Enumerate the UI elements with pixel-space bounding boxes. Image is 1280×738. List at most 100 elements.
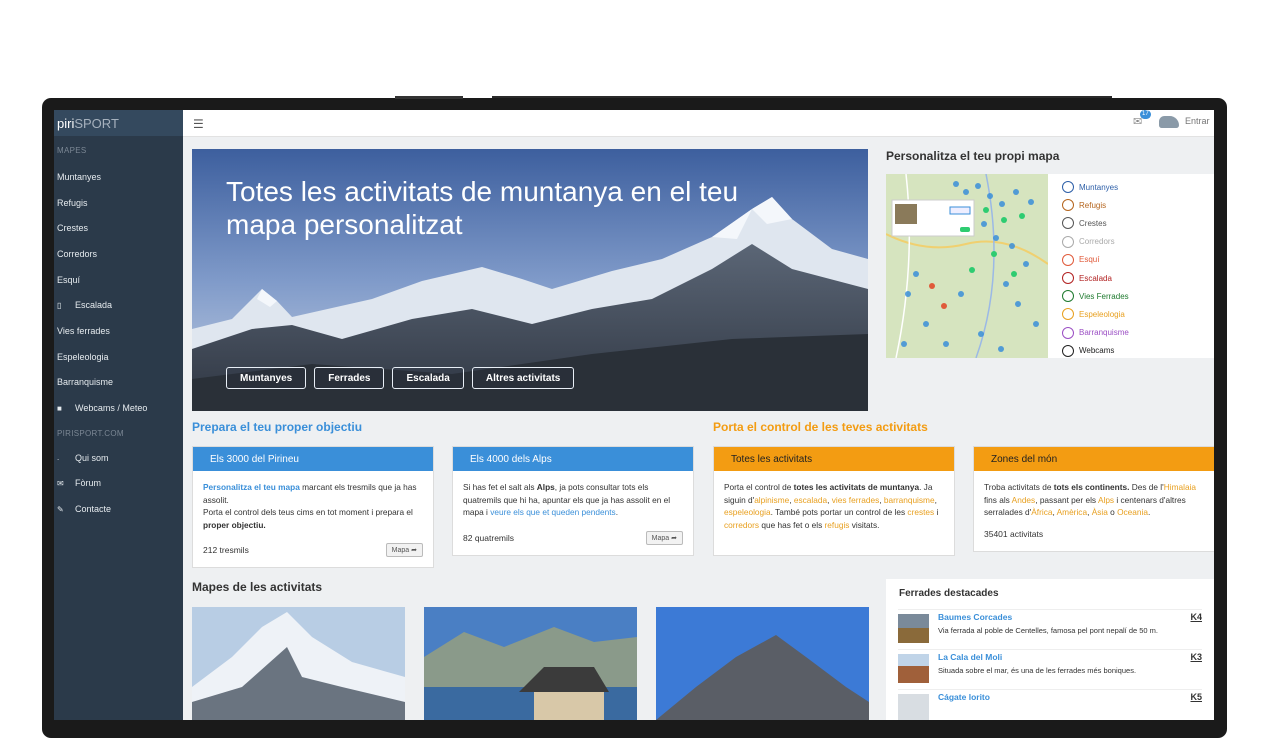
brand-part1: piri: [57, 115, 75, 131]
card-header[interactable]: Zones del món: [974, 447, 1214, 471]
login-link[interactable]: Entrar: [1185, 116, 1210, 126]
legend-item-corredors[interactable]: Corredors: [1062, 233, 1214, 251]
sidebar-item-label: Crestes: [57, 223, 89, 234]
section-title-control: Porta el control de les teves activitats: [713, 420, 928, 434]
sidebar-item-webcams[interactable]: ■ Webcams / Meteo: [54, 395, 183, 421]
list-item[interactable]: La Cala del Moli Situada sobre el mar, é…: [898, 649, 1202, 689]
card-text-bold: proper objectiu.: [203, 519, 266, 530]
card-text: o: [1107, 507, 1118, 517]
sidebar-item-esqui[interactable]: Esquí: [54, 267, 183, 293]
card-3000-pirineu: Els 3000 del Pirineu Personalitza el teu…: [192, 446, 434, 568]
sidebar-item-vies-ferrades[interactable]: Vies ferrades: [54, 318, 183, 344]
sidebar: piri SPORT MAPES Muntanyes Refugis Creste…: [54, 110, 183, 720]
hamburger-menu-icon[interactable]: ☰: [193, 117, 204, 131]
info-icon: .: [57, 453, 60, 463]
link-refugis[interactable]: refugis: [825, 520, 850, 530]
card-text: i: [934, 507, 939, 517]
link-africa[interactable]: Àfrica: [1031, 507, 1052, 517]
legend-item-webcams[interactable]: Webcams: [1062, 342, 1214, 360]
ridge-pin-icon: [1062, 217, 1074, 230]
card-header[interactable]: Totes les activitats: [714, 447, 954, 471]
card-text: .: [1147, 507, 1151, 517]
card-header[interactable]: Els 3000 del Pirineu: [193, 447, 433, 471]
card-body: Porta el control de totes les activitats…: [714, 471, 954, 531]
legend-item-esqui[interactable]: Esquí: [1062, 251, 1214, 269]
sidebar-item-escalada[interactable]: ▯ Escalada: [54, 292, 183, 318]
link-corredors[interactable]: corredors: [724, 520, 759, 530]
user-avatar-icon[interactable]: [1159, 116, 1179, 128]
map-preview[interactable]: [886, 174, 1048, 358]
map-button[interactable]: Mapa ➦: [385, 543, 423, 557]
legend-label: Esquí: [1079, 255, 1100, 265]
sidebar-item-qui-som[interactable]: . Qui som: [54, 445, 183, 471]
hero-button-escalada[interactable]: Escalada: [392, 367, 464, 389]
card-totes-activitats: Totes les activitats Porta el control de…: [713, 446, 955, 556]
ferrata-name[interactable]: Cágate lorito: [938, 692, 990, 702]
sidebar-item-refugis[interactable]: Refugis: [54, 190, 183, 216]
ferrata-name[interactable]: La Cala del Moli: [938, 652, 1002, 662]
legend-item-escalada[interactable]: Escalada: [1062, 269, 1214, 287]
sidebar-heading-site: PIRISPORT.COM: [57, 428, 124, 438]
ferrata-thumbnail: [898, 694, 929, 720]
link-alpinisme[interactable]: alpinisme: [754, 495, 789, 505]
hero-button-altres[interactable]: Altres activitats: [471, 367, 575, 389]
ferrata-grade: K4: [1190, 612, 1202, 622]
couloir-pin-icon: [1062, 235, 1074, 248]
link-barranquisme[interactable]: barranquisme: [884, 495, 935, 505]
card-text: ,: [934, 494, 937, 505]
legend-item-vies-ferrades[interactable]: Vies Ferrades: [1062, 287, 1214, 305]
link-escalada[interactable]: escalada: [794, 495, 827, 505]
legend-item-refugis[interactable]: Refugis: [1062, 196, 1214, 214]
link-andes[interactable]: Andes: [1012, 495, 1036, 505]
legend-label: Webcams: [1079, 346, 1115, 356]
legend-item-crestes[interactable]: Crestes: [1062, 214, 1214, 232]
card-text: Porta el control dels teus cims en tot m…: [203, 507, 413, 517]
link-vies-ferrades[interactable]: vies ferrades: [832, 495, 880, 505]
sidebar-item-barranquisme[interactable]: Barranquisme: [54, 370, 183, 396]
link-crestes[interactable]: crestes: [907, 507, 934, 517]
notification-badge: 17: [1140, 110, 1151, 119]
ski-pin-icon: [1062, 253, 1074, 266]
legend-item-barranquisme[interactable]: Barranquisme: [1062, 324, 1214, 342]
customize-map-link[interactable]: Personalitza el teu mapa: [203, 482, 300, 492]
legend-item-espeleologia[interactable]: Espeleologia: [1062, 305, 1214, 323]
sidebar-item-muntanyes[interactable]: Muntanyes: [54, 164, 183, 190]
card-text: , passant per els: [1035, 494, 1098, 505]
pending-link[interactable]: veure els que et queden pendents: [490, 507, 615, 517]
hero-button-ferrades[interactable]: Ferrades: [314, 367, 385, 389]
legend-label: Corredors: [1079, 237, 1115, 247]
card-header[interactable]: Els 4000 dels Alps: [453, 447, 693, 471]
webcam-pin-icon: [1062, 344, 1074, 357]
hero-button-muntanyes[interactable]: Muntanyes: [226, 367, 307, 389]
list-item[interactable]: Cágate lorito K5: [898, 689, 1202, 720]
activity-photo-rock-peak[interactable]: [656, 607, 869, 720]
sidebar-item-label: Fòrum: [75, 478, 102, 489]
link-oceania[interactable]: Oceania: [1117, 507, 1148, 517]
sidebar-item-crestes[interactable]: Crestes: [54, 215, 183, 241]
hero-title: Totes les activitats de muntanya en el t…: [226, 176, 739, 240]
card-text: Troba activitats de: [984, 482, 1054, 492]
link-himalaia[interactable]: Himalaia: [1164, 482, 1196, 492]
brand-logo[interactable]: piri SPORT: [54, 110, 183, 136]
legend-label: Barranquisme: [1079, 328, 1129, 338]
sidebar-item-contacte[interactable]: ✎ Contacte: [54, 496, 183, 522]
list-item[interactable]: Baumes Corcades Via ferrada al poble de …: [898, 609, 1202, 649]
sidebar-item-corredors[interactable]: Corredors: [54, 241, 183, 267]
sidebar-item-espeleologia[interactable]: Espeleologia: [54, 344, 183, 370]
sidebar-item-forum[interactable]: ✉ Fòrum: [54, 471, 183, 497]
envelope-icon: ✉: [57, 478, 64, 488]
ferrata-grade: K5: [1190, 692, 1202, 702]
ferrata-name[interactable]: Baumes Corcades: [938, 612, 1012, 622]
link-espeleologia[interactable]: espeleologia: [724, 507, 771, 517]
card-text: Porta el control de: [724, 482, 794, 492]
activity-photo-refuge[interactable]: [424, 607, 637, 720]
card-text: .: [615, 507, 619, 517]
link-america[interactable]: Amèrica: [1057, 507, 1087, 517]
activity-photo-snow-peak[interactable]: [192, 607, 405, 720]
legend-item-muntanyes[interactable]: Muntanyes: [1062, 178, 1214, 196]
link-alps[interactable]: Alps: [1098, 495, 1114, 505]
link-asia[interactable]: Àsia: [1092, 507, 1108, 517]
card-text: fins als: [984, 494, 1012, 505]
map-button[interactable]: Mapa ➦: [645, 531, 683, 545]
map-legend: Muntanyes Refugis Crestes Corredors Esqu…: [1048, 174, 1214, 358]
